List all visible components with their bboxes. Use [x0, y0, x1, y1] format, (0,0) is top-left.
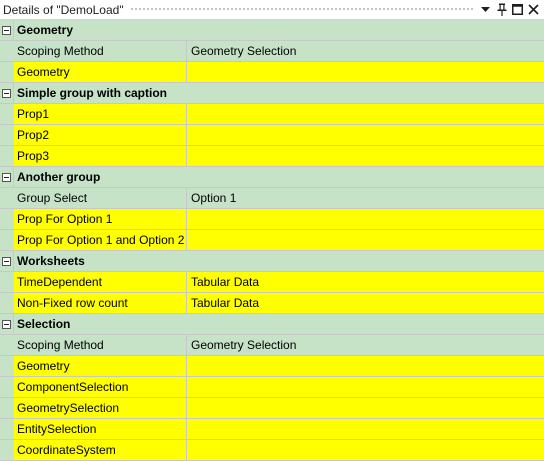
property-row[interactable]: Prop For Option 1 and Option 2 — [0, 230, 544, 251]
collapse-minus-icon[interactable] — [2, 172, 11, 182]
group-header-simple-group[interactable]: Simple group with caption — [0, 83, 544, 104]
property-name: EntitySelection — [14, 419, 187, 439]
property-value[interactable] — [187, 377, 544, 397]
titlebar-grip[interactable] — [129, 7, 473, 12]
property-row[interactable]: TimeDependent Tabular Data — [0, 272, 544, 293]
group-title: Another group — [17, 170, 101, 184]
property-value[interactable] — [187, 209, 544, 229]
property-name: Prop1 — [14, 104, 187, 124]
property-name: Group Select — [14, 188, 187, 208]
property-row[interactable]: Prop For Option 1 — [0, 209, 544, 230]
group-header-worksheets[interactable]: Worksheets — [0, 251, 544, 272]
property-value[interactable]: Option 1 — [187, 188, 544, 208]
group-title: Selection — [17, 317, 71, 331]
group-header-another-group[interactable]: Another group — [0, 167, 544, 188]
property-value[interactable] — [187, 230, 544, 250]
property-value[interactable] — [187, 398, 544, 418]
group-header-geometry[interactable]: Geometry — [0, 20, 544, 41]
property-row[interactable]: Group Select Option 1 — [0, 188, 544, 209]
property-row[interactable]: Prop3 — [0, 146, 544, 167]
property-value[interactable] — [187, 146, 544, 166]
group-title: Geometry — [17, 23, 74, 37]
property-row[interactable]: Prop2 — [0, 125, 544, 146]
property-name: TimeDependent — [14, 272, 187, 292]
maximize-icon[interactable] — [511, 3, 524, 16]
property-name: GeometrySelection — [14, 398, 187, 418]
property-value[interactable] — [187, 125, 544, 145]
collapse-minus-icon[interactable] — [2, 256, 11, 266]
group-title: Worksheets — [17, 254, 85, 268]
property-value[interactable] — [187, 440, 544, 460]
group-header-selection[interactable]: Selection — [0, 314, 544, 335]
property-row[interactable]: CoordinateSystem — [0, 440, 544, 461]
property-row[interactable]: Geometry — [0, 62, 544, 83]
property-row[interactable]: ComponentSelection — [0, 377, 544, 398]
details-panel-titlebar: Details of "DemoLoad" — [0, 0, 544, 20]
property-value[interactable] — [187, 419, 544, 439]
property-name: Prop2 — [14, 125, 187, 145]
property-grid: Geometry Scoping Method Geometry Selecti… — [0, 20, 544, 461]
property-value[interactable]: Tabular Data — [187, 272, 544, 292]
property-value[interactable] — [187, 356, 544, 376]
property-name: CoordinateSystem — [14, 440, 187, 460]
property-name: ComponentSelection — [14, 377, 187, 397]
property-row[interactable]: Prop1 — [0, 104, 544, 125]
property-name: Geometry — [14, 62, 187, 82]
property-name: Prop For Option 1 — [14, 209, 187, 229]
property-value[interactable] — [187, 62, 544, 82]
property-row[interactable]: Scoping Method Geometry Selection — [0, 41, 544, 62]
property-row[interactable]: Scoping Method Geometry Selection — [0, 335, 544, 356]
property-name: Prop For Option 1 and Option 2 — [14, 230, 187, 250]
property-name: Geometry — [14, 356, 187, 376]
collapse-minus-icon[interactable] — [2, 88, 11, 98]
property-row[interactable]: GeometrySelection — [0, 398, 544, 419]
property-name: Scoping Method — [14, 335, 187, 355]
dropdown-arrow-icon[interactable] — [479, 3, 492, 16]
close-icon[interactable] — [527, 3, 540, 16]
property-name: Prop3 — [14, 146, 187, 166]
property-name: Non-Fixed row count — [14, 293, 187, 313]
property-row[interactable]: Non-Fixed row count Tabular Data — [0, 293, 544, 314]
group-title: Simple group with caption — [17, 86, 167, 100]
property-value[interactable]: Geometry Selection — [187, 335, 544, 355]
panel-title: Details of "DemoLoad" — [3, 2, 124, 17]
property-value[interactable] — [187, 104, 544, 124]
property-value[interactable]: Tabular Data — [187, 293, 544, 313]
collapse-minus-icon[interactable] — [2, 319, 11, 329]
property-row[interactable]: Geometry — [0, 356, 544, 377]
pin-icon[interactable] — [495, 3, 508, 16]
property-name: Scoping Method — [14, 41, 187, 61]
property-row[interactable]: EntitySelection — [0, 419, 544, 440]
property-value[interactable]: Geometry Selection — [187, 41, 544, 61]
collapse-minus-icon[interactable] — [2, 25, 11, 35]
